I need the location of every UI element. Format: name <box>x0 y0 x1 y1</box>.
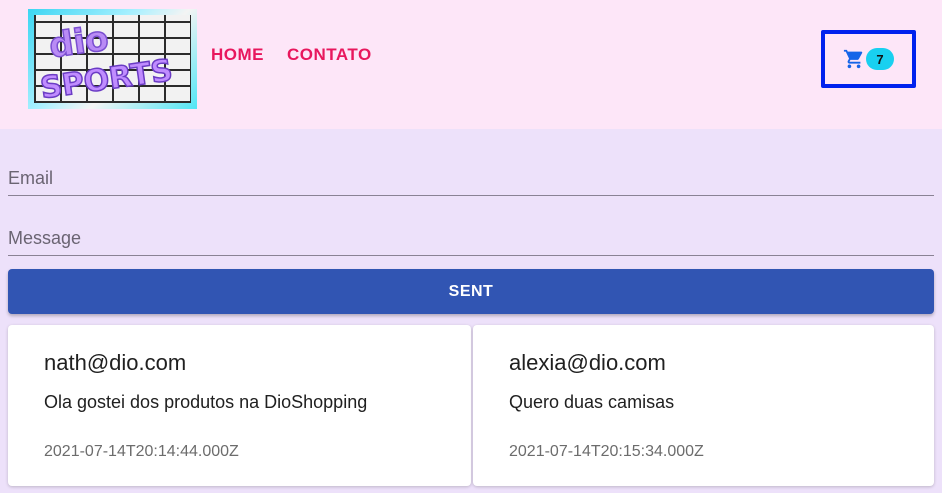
dio-sports-logo[interactable]: dio SPORTS <box>28 9 197 109</box>
message-card: alexia@dio.com Quero duas camisas 2021-0… <box>473 325 934 486</box>
nav-link-contato[interactable]: CONTATO <box>287 45 372 65</box>
message-text: Quero duas camisas <box>509 392 675 412</box>
message-timestamp: 2021-07-14T20:15:34.000Z <box>509 443 704 460</box>
message-text: Ola gostei dos produtos na DioShopping <box>44 392 368 412</box>
cart-button[interactable]: 7 <box>821 30 916 88</box>
cart-icon <box>843 48 865 75</box>
email-field[interactable] <box>8 168 934 196</box>
message-timestamp: 2021-07-14T20:14:44.000Z <box>44 443 239 460</box>
cart-count-badge: 7 <box>866 48 894 70</box>
message-card: nath@dio.com Ola gostei dos produtos na … <box>8 325 471 486</box>
message-email: alexia@dio.com <box>509 350 666 375</box>
logo-text-dio: dio <box>47 18 111 66</box>
sent-button[interactable]: SENT <box>8 269 934 314</box>
message-field[interactable] <box>8 228 934 256</box>
message-email: nath@dio.com <box>44 350 187 375</box>
logo-lettering: dio SPORTS <box>38 18 176 107</box>
nav-link-home[interactable]: HOME <box>211 45 264 65</box>
app-header: dio SPORTS HOME CONTATO 7 <box>0 0 942 129</box>
